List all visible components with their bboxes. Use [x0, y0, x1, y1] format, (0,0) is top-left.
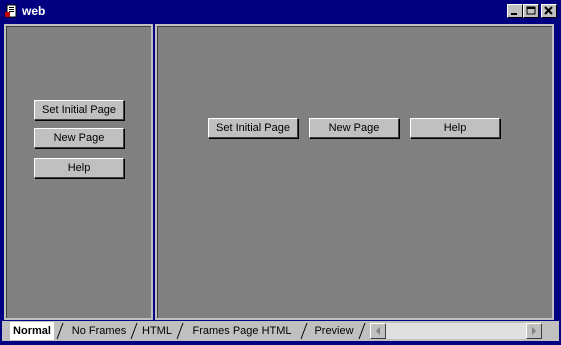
left-frame[interactable]: Set Initial Page New Page Help: [4, 24, 153, 320]
window-title: web: [22, 4, 46, 18]
close-button[interactable]: [541, 4, 557, 18]
tab-preview[interactable]: Preview: [308, 322, 360, 340]
view-tab-bar: Normal No Frames HTML Frames Page HTML P…: [2, 321, 559, 341]
tab-divider: [176, 322, 184, 340]
set-initial-page-button-right[interactable]: Set Initial Page: [208, 118, 298, 138]
tab-divider: [130, 322, 138, 340]
tab-divider: [358, 322, 366, 340]
tab-no-frames[interactable]: No Frames: [68, 322, 130, 340]
minimize-button[interactable]: [507, 4, 523, 18]
title-bar[interactable]: web: [2, 2, 559, 20]
new-page-button-right[interactable]: New Page: [309, 118, 399, 138]
tab-divider: [56, 322, 64, 340]
maximize-icon: [526, 6, 536, 15]
maximize-button[interactable]: [523, 4, 539, 18]
horizontal-scrollbar[interactable]: [370, 323, 542, 339]
application-window: web Set Initial Page New Page Help Set I…: [0, 0, 561, 345]
scroll-left-icon: [376, 327, 380, 335]
tab-html[interactable]: HTML: [138, 322, 176, 340]
document-icon: [5, 4, 19, 18]
tab-frames-page-html[interactable]: Frames Page HTML: [186, 322, 298, 340]
right-frame[interactable]: Set Initial Page New Page Help: [155, 24, 554, 320]
scroll-right-icon: [532, 327, 536, 335]
frames-workspace: Set Initial Page New Page Help Set Initi…: [2, 22, 557, 321]
scroll-right-button[interactable]: [526, 323, 542, 339]
scroll-left-button[interactable]: [370, 323, 386, 339]
help-button-right[interactable]: Help: [410, 118, 500, 138]
close-icon: [544, 6, 553, 15]
tab-normal[interactable]: Normal: [10, 322, 54, 340]
tab-divider: [300, 322, 308, 340]
set-initial-page-button-left[interactable]: Set Initial Page: [34, 100, 124, 120]
help-button-left[interactable]: Help: [34, 158, 124, 178]
new-page-button-left[interactable]: New Page: [34, 128, 124, 148]
minimize-icon: [511, 13, 517, 15]
